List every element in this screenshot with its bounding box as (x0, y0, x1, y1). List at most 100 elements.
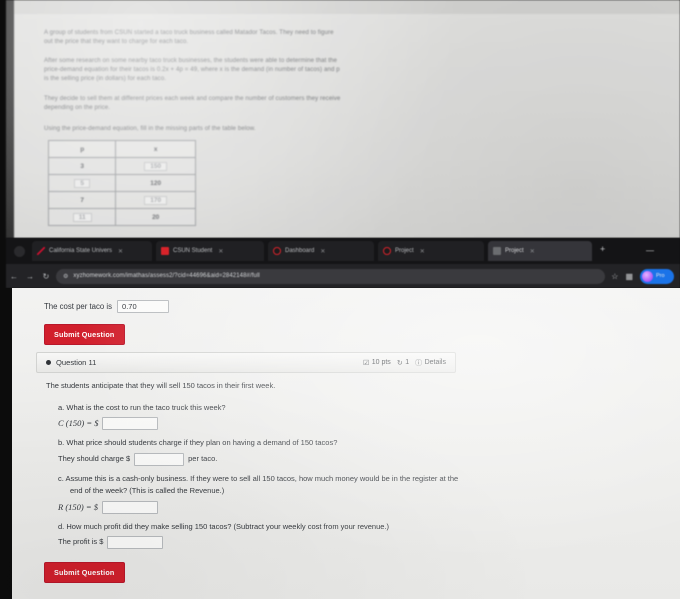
browser-tab-title: Dashboard (285, 248, 315, 254)
question-part-d-answer: The profit is $ (58, 536, 466, 549)
avatar (642, 270, 653, 282)
address-bar-url: xyzhomework.com/imathas/assess2/?cid=446… (73, 273, 260, 279)
question-part-d-prompt: d. How much profit did they make selling… (58, 521, 466, 534)
close-icon[interactable]: ✕ (420, 248, 425, 255)
cost-per-taco-row: The cost per taco is 0.70 (44, 300, 170, 313)
worksheet-photo-region: A group of students from CSUN started a … (6, 0, 680, 238)
table-cell-p: 3 (47, 157, 117, 175)
worksheet-paragraph-4: Using the price-demand equation, fill in… (44, 125, 256, 132)
details-label: Details (424, 359, 446, 366)
close-icon[interactable]: ✕ (530, 248, 535, 255)
screen-bezel-left-lower (6, 288, 12, 599)
browser-tab-california-state[interactable]: California State Univers ✕ (32, 241, 152, 261)
question-meta-group: ☑ 10 pts ↻ 1 ⓘ Details (363, 358, 446, 368)
question-part-a-answer: C (150) = $ (58, 417, 466, 430)
part-a-answer-input[interactable] (102, 417, 159, 430)
part-b-answer-input[interactable] (134, 452, 185, 466)
gray-square-icon (493, 247, 501, 255)
table-header-x: x (115, 140, 196, 158)
browser-toolbar: ← → ↻ ⚙ xyzhomework.com/imathas/assess2/… (6, 264, 680, 288)
part-a-label: a. (58, 402, 65, 412)
part-a-answer-prefix: C (150) = $ (58, 418, 99, 429)
homework-page-content: The cost per taco is 0.70 Submit Questio… (6, 288, 680, 599)
submit-question-button-top[interactable]: Submit Question (44, 324, 125, 345)
question-status-dot-icon (46, 360, 51, 365)
tab-list-menu-icon[interactable] (14, 246, 25, 257)
reload-icon[interactable]: ↻ (38, 272, 54, 281)
new-tab-button[interactable]: + (600, 245, 605, 254)
table-row: 11 20 (47, 208, 196, 226)
screenshot-root: A group of students from CSUN started a … (0, 0, 680, 599)
question-intro-text: The students anticipate that they will s… (46, 381, 276, 390)
browser-tab-strip: California State Univers ✕ CSUN Student … (6, 238, 680, 264)
table-row: 3 150 (47, 157, 196, 175)
browser-tab-title: Project (395, 248, 414, 254)
close-icon[interactable]: ✕ (118, 248, 123, 255)
close-icon[interactable]: ✕ (218, 248, 223, 255)
part-d-answer-input[interactable] (107, 536, 164, 549)
browser-tab-dashboard[interactable]: Dashboard ✕ (268, 241, 374, 261)
address-bar[interactable]: ⚙ xyzhomework.com/imathas/assess2/?cid=4… (56, 268, 606, 284)
points-meta: ☑ 10 pts (363, 359, 391, 367)
question-part-c-answer: R (150) = $ (58, 500, 466, 514)
part-c-text: Assume this is a cash-only business. If … (65, 473, 459, 496)
question-part-b-prompt: b. What price should students charge if … (58, 437, 466, 450)
submit-question-button-bottom[interactable]: Submit Question (44, 562, 125, 583)
table-cell-p: 11 (47, 208, 117, 226)
table-cell-p: 5 (47, 174, 117, 192)
browser-tab-title: Project (505, 248, 524, 254)
close-icon[interactable]: ✕ (320, 248, 325, 255)
browser-tab-title: California State Univers (49, 248, 113, 254)
checkbox-icon: ☑ (362, 359, 370, 367)
part-b-answer-suffix: per taco. (188, 453, 218, 463)
back-icon[interactable]: ← (6, 272, 22, 281)
part-d-text: How much profit did they make selling 15… (66, 521, 390, 531)
part-a-text: What is the cost to run the taco truck t… (66, 402, 226, 412)
browser-tab-csun-student[interactable]: CSUN Student ✕ (156, 241, 264, 261)
question-title: Question 11 (56, 358, 97, 367)
worksheet-paragraph-3: They decide to sell them at different pr… (44, 95, 341, 111)
details-link[interactable]: ⓘ Details (415, 358, 446, 368)
site-info-icon[interactable]: ⚙ (63, 273, 68, 280)
question-part-b-answer: They should charge $ per taco. (58, 452, 466, 466)
bookmark-star-icon[interactable]: ☆ (611, 272, 618, 281)
question-part-c-prompt: c. Assume this is a cash-only business. … (58, 473, 466, 498)
question-points: 10 pts (371, 359, 391, 366)
table-header-p: p (47, 140, 117, 158)
worksheet-top-band (6, 0, 680, 14)
table-header-row: p x (47, 140, 196, 158)
table-cell-p: 7 (47, 191, 117, 209)
profile-button[interactable]: Pro (640, 268, 674, 284)
browser-tab-title: CSUN Student (173, 248, 213, 254)
cost-per-taco-input[interactable]: 0.70 (117, 300, 170, 313)
red-ring-icon (273, 247, 281, 255)
part-b-text: What price should students charge if the… (66, 438, 338, 447)
table-cell-x: 170 (115, 191, 196, 209)
cost-per-taco-label: The cost per taco is (44, 302, 113, 311)
refresh-attempts-icon: ↻ (396, 359, 403, 367)
browser-chrome: California State Univers ✕ CSUN Student … (6, 238, 680, 288)
question-attempts: 1 (405, 359, 410, 366)
extensions-icon[interactable]: ▦ (625, 272, 633, 281)
part-d-label: d. (58, 521, 65, 531)
browser-tab-project-1[interactable]: Project ✕ (378, 241, 484, 261)
browser-tab-project-2-active[interactable]: Project ✕ (488, 241, 592, 261)
part-c-answer-prefix: R (150) = $ (58, 501, 98, 512)
forward-icon[interactable]: → (22, 272, 38, 281)
browser-toolbar-actions: ☆ ▦ Pro (611, 268, 680, 284)
worksheet-paragraph-1: A group of students from CSUN started a … (44, 29, 334, 45)
part-b-answer-prefix: They should charge $ (58, 453, 131, 463)
attempts-meta: ↻ 1 (397, 359, 409, 367)
question-part-a-prompt: a. What is the cost to run the taco truc… (58, 402, 466, 415)
part-c-answer-input[interactable] (101, 500, 158, 514)
info-circle-icon: ⓘ (415, 359, 423, 367)
table-cell-x: 150 (115, 157, 196, 175)
price-demand-table: p x 3 150 5 120 7 170 11 20 (47, 140, 196, 226)
screen-bezel-left (6, 0, 14, 238)
table-row: 5 120 (47, 174, 196, 192)
window-minimize-button[interactable]: — (646, 247, 654, 255)
question-header: Question 11 ☑ 10 pts ↻ 1 ⓘ Details (36, 352, 456, 373)
part-b-label: b. (58, 438, 65, 447)
red-square-icon (161, 247, 169, 255)
question-body: The students anticipate that they will s… (46, 380, 466, 556)
